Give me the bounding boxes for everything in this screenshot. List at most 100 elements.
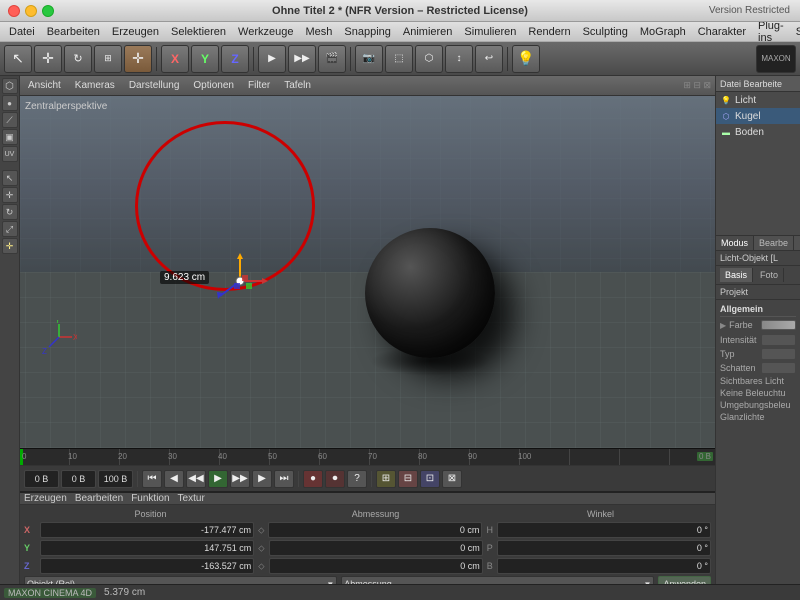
mode-tool3[interactable]: ↻ [2,204,18,220]
menu-erzeugen[interactable]: Erzeugen [107,25,164,39]
anim-next-frame[interactable]: ▶ [252,470,272,488]
mode-tool4[interactable]: ⤢ [2,221,18,237]
tab-modus[interactable]: Modus [716,236,754,250]
menu-snapping[interactable]: Snapping [339,25,396,39]
coord-x-pos[interactable]: -177.477 cm [40,522,254,538]
mode-tool2[interactable]: ✛ [2,187,18,203]
anim-prev[interactable]: ◀◀ [186,470,206,488]
prop-glanzlichte: Glanzlichte [720,411,796,423]
coord-y-win[interactable]: 0 ° [497,540,711,556]
anim-goto-start[interactable]: ⏮ [142,470,162,488]
close-button[interactable] [8,5,20,17]
vp-optionen[interactable]: Optionen [189,79,238,92]
object-item-licht[interactable]: 💡 Licht [716,92,800,108]
mode-points[interactable]: ● [2,95,18,111]
tab-basis[interactable]: Basis [720,268,753,282]
3d-viewport[interactable]: Zentralperspektive [20,96,715,448]
tool-cam5[interactable]: ↩ [475,45,503,73]
minimize-button[interactable] [25,5,37,17]
mode-object[interactable]: ⬡ [2,78,18,94]
typ-value[interactable] [761,348,796,360]
anim-play[interactable]: ▶ [208,470,228,488]
tool-y[interactable]: Y [191,45,219,73]
menu-animieren[interactable]: Animieren [398,25,458,39]
maximize-button[interactable] [42,5,54,17]
bt-bearbeiten[interactable]: Bearbeiten [75,493,123,504]
menu-sculpting[interactable]: Sculpting [578,25,633,39]
mode-uvw[interactable]: UV [2,146,18,162]
tool-render-region[interactable]: ▶ [258,45,286,73]
tl-frame-50: 50 [268,452,277,461]
bt-erzeugen[interactable]: Erzeugen [24,493,67,504]
menu-simulieren[interactable]: Simulieren [459,25,521,39]
menu-charakter[interactable]: Charakter [693,25,751,39]
menu-selektieren[interactable]: Selektieren [166,25,231,39]
tool-z[interactable]: Z [221,45,249,73]
anim-help[interactable]: ? [347,470,367,488]
farbe-swatch[interactable] [761,320,796,330]
menu-werkzeuge[interactable]: Werkzeuge [233,25,298,39]
coord-y-pos[interactable]: 147.751 cm [40,540,254,556]
tool-render2[interactable]: 🎬 [318,45,346,73]
coord-mode-dropdown[interactable]: Objekt (Rel) ▼ [24,576,337,584]
tool-cam4[interactable]: ↕ [445,45,473,73]
menu-plugins[interactable]: Plug-ins [753,19,789,45]
tool-cam3[interactable]: ⬡ [415,45,443,73]
vp-darstellung[interactable]: Darstellung [125,79,184,92]
anim-record[interactable]: ● [303,470,323,488]
anim-autokey[interactable]: ⏺ [325,470,345,488]
tool-render[interactable]: ▶▶ [288,45,316,73]
frame-field[interactable]: 0 B [24,470,59,488]
coord-abm-dropdown[interactable]: Abmessung ▼ [341,576,654,584]
intensitat-value[interactable] [761,334,796,346]
fps-field[interactable]: 100 B [98,470,133,488]
menu-skript[interactable]: Skript [791,25,800,39]
menu-bearbeiten[interactable]: Bearbeiten [42,25,105,39]
anim-mode2[interactable]: ⊟ [398,470,418,488]
tab-foto[interactable]: Foto [755,268,784,282]
apply-button[interactable]: Anwenden [658,576,711,584]
anim-goto-end[interactable]: ⏭ [274,470,294,488]
coord-x-win[interactable]: 0 ° [497,522,711,538]
vp-ansicht[interactable]: Ansicht [24,79,65,92]
menu-mograph[interactable]: MoGraph [635,25,691,39]
tool-camera[interactable]: 📷 [355,45,383,73]
tool-rotate[interactable]: ↻ [64,45,92,73]
anim-mode1[interactable]: ⊞ [376,470,396,488]
coord-z-abm[interactable]: 0 cm [269,558,483,574]
anim-next[interactable]: ▶▶ [230,470,250,488]
tool-pointer[interactable]: ↖ [4,45,32,73]
coord-x-abm[interactable]: 0 cm [268,522,482,538]
coord-z-pos[interactable]: -163.527 cm [40,558,254,574]
bt-funktion[interactable]: Funktion [131,493,169,504]
tool-cam2[interactable]: ⬚ [385,45,413,73]
coord-z-win[interactable]: 0 ° [497,558,711,574]
vp-tafeln[interactable]: Tafeln [280,79,315,92]
menu-rendern[interactable]: Rendern [523,25,575,39]
tool-x[interactable]: X [161,45,189,73]
bt-textur[interactable]: Textur [178,493,205,504]
time-field[interactable]: 0 B [61,470,96,488]
menu-mesh[interactable]: Mesh [300,25,337,39]
vp-kameras[interactable]: Kameras [71,79,119,92]
mode-tool1[interactable]: ↖ [2,170,18,186]
coord-y-abm[interactable]: 0 cm [269,540,483,556]
tool-light[interactable]: 💡 [512,45,540,73]
anim-mode3[interactable]: ⊡ [420,470,440,488]
tab-bearbeiten[interactable]: Bearbe [754,236,794,250]
object-item-kugel[interactable]: ⬡ Kugel [716,108,800,124]
anim-mode4[interactable]: ⊠ [442,470,462,488]
mode-edges[interactable]: ⟋ [2,112,18,128]
tool-move[interactable]: ✛ [34,45,62,73]
mode-poly[interactable]: ▣ [2,129,18,145]
tool-scale[interactable]: ⊞ [94,45,122,73]
mode-tool5[interactable]: ✛ [2,238,18,254]
anim-prev-frame[interactable]: ◀ [164,470,184,488]
bottom-toolbar: Erzeugen Bearbeiten Funktion Textur [20,493,715,505]
tool-maxon[interactable]: MAXON [756,45,796,73]
schatten-value[interactable] [761,362,796,374]
tool-select[interactable]: ✛ [124,45,152,73]
object-item-boden[interactable]: ▬ Boden [716,124,800,140]
vp-filter[interactable]: Filter [244,79,274,92]
menu-datei[interactable]: Datei [4,25,40,39]
